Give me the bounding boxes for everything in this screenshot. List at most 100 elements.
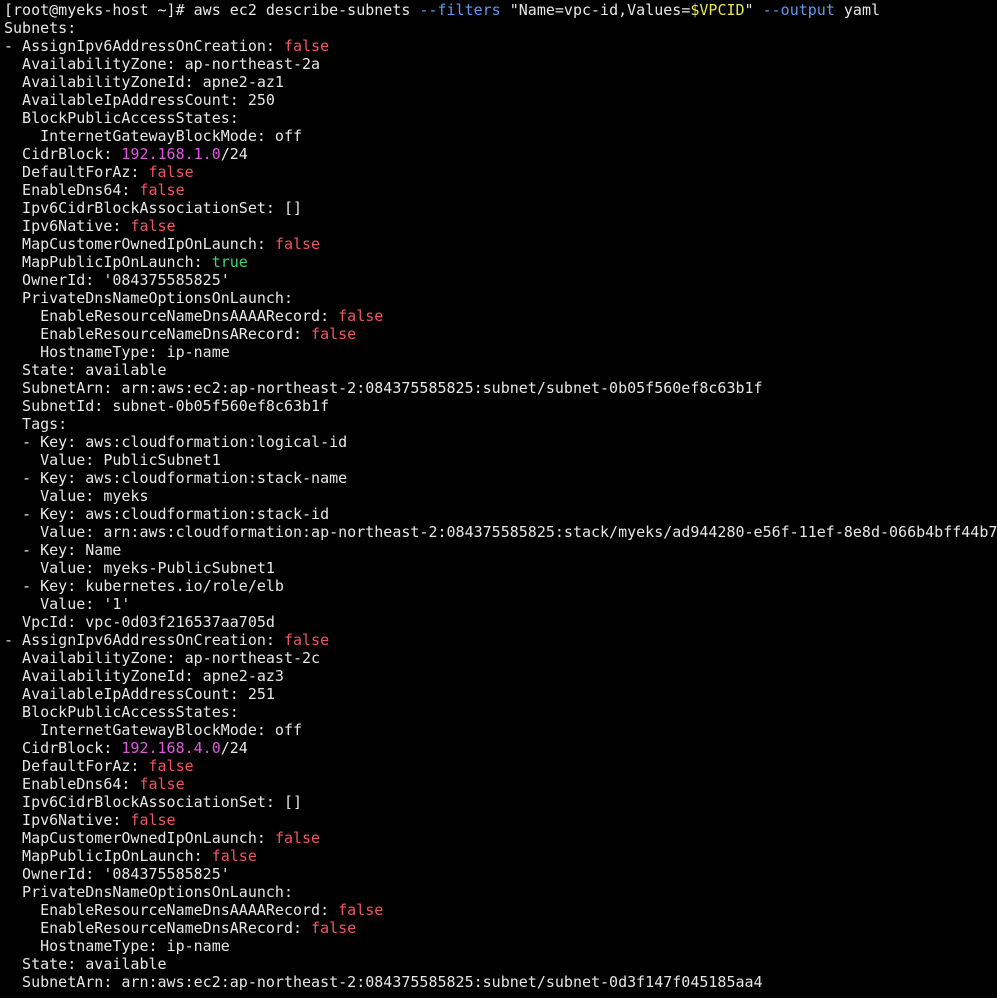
terminal-text: Subnets: — [4, 19, 77, 37]
cli-option: --filters — [419, 1, 501, 19]
yaml-false-value: false — [148, 757, 194, 775]
output-line: Value: '1' — [4, 595, 997, 613]
terminal-text: EnableResourceNameDnsARecord: — [4, 919, 312, 937]
terminal-text: Value: '1' — [4, 595, 131, 613]
output-line: PrivateDnsNameOptionsOnLaunch: — [4, 883, 997, 901]
terminal-text: yaml — [834, 1, 881, 19]
terminal-text: DefaultForAz: — [4, 163, 149, 181]
output-line: InternetGatewayBlockMode: off — [4, 127, 997, 145]
terminal-text: MapCustomerOwnedIpOnLaunch: — [4, 235, 275, 253]
output-line: HostnameType: ip-name — [4, 343, 997, 361]
output-line: Ipv6CidrBlockAssociationSet: [] — [4, 793, 997, 811]
terminal-text: CidrBlock: — [4, 145, 122, 163]
output-line: - Key: Name — [4, 541, 997, 559]
output-line: AvailabilityZoneId: apne2-az3 — [4, 667, 997, 685]
terminal-text: - Key: Name — [4, 541, 122, 559]
terminal-text: EnableDns64: — [4, 181, 140, 199]
ip-address: 192.168.4.0 — [121, 739, 221, 757]
yaml-false-value: false — [338, 901, 384, 919]
terminal-text: /24 — [220, 145, 248, 163]
shell-variable: $VPCID — [690, 1, 745, 19]
yaml-false-value: false — [211, 847, 257, 865]
terminal-text: SubnetArn: arn:aws:ec2:ap-northeast-2:08… — [4, 379, 763, 397]
terminal-text: AvailabilityZoneId: apne2-az3 — [4, 667, 284, 685]
terminal-text: HostnameType: ip-name — [4, 937, 230, 955]
output-line: - AssignIpv6AddressOnCreation: false — [4, 37, 997, 55]
terminal-text: Value: arn:aws:cloudformation:ap-northea… — [4, 523, 997, 541]
output-line: InternetGatewayBlockMode: off — [4, 721, 997, 739]
output-line: AvailableIpAddressCount: 251 — [4, 685, 997, 703]
terminal-window[interactable]: [root@myeks-host ~]# aws ec2 describe-su… — [4, 1, 997, 998]
output-line: MapPublicIpOnLaunch: true — [4, 253, 997, 271]
yaml-false-value: false — [283, 37, 330, 55]
output-line: Ipv6CidrBlockAssociationSet: [] — [4, 199, 997, 217]
output-line: Ipv6Native: false — [4, 811, 997, 829]
terminal-text: AvailabilityZone: ap-northeast-2c — [4, 649, 321, 667]
output-line: Tags: — [4, 415, 997, 433]
output-line: EnableDns64: false — [4, 181, 997, 199]
terminal-text: BlockPublicAccessStates: — [4, 109, 239, 127]
output-line: MapCustomerOwnedIpOnLaunch: false — [4, 235, 997, 253]
terminal-text: AvailableIpAddressCount: 251 — [4, 685, 275, 703]
terminal-text: AvailableIpAddressCount: 250 — [4, 91, 275, 109]
output-line: SubnetId: subnet-0b05f560ef8c63b1f — [4, 397, 997, 415]
output-line: PrivateDnsNameOptionsOnLaunch: — [4, 289, 997, 307]
yaml-false-value: false — [148, 163, 194, 181]
terminal-text: Value: PublicSubnet1 — [4, 451, 221, 469]
terminal-text: EnableDns64: — [4, 775, 140, 793]
terminal-text: - AssignIpv6AddressOnCreation: — [4, 37, 284, 55]
terminal-text: BlockPublicAccessStates: — [4, 703, 239, 721]
yaml-false-value: false — [311, 325, 357, 343]
terminal-text: AvailabilityZone: ap-northeast-2a — [4, 55, 321, 73]
terminal-text: SubnetArn: arn:aws:ec2:ap-northeast-2:08… — [4, 973, 763, 991]
yaml-false-value: false — [130, 217, 176, 235]
terminal-text: VpcId: vpc-0d03f216537aa705d — [4, 613, 275, 631]
output-line: AvailabilityZone: ap-northeast-2c — [4, 649, 997, 667]
output-line: MapPublicIpOnLaunch: false — [4, 847, 997, 865]
output-line: Value: PublicSubnet1 — [4, 451, 997, 469]
yaml-false-value: false — [283, 631, 330, 649]
output-line: Subnets: — [4, 19, 997, 37]
output-line: CidrBlock: 192.168.4.0/24 — [4, 739, 997, 757]
output-line: AvailabilityZone: ap-northeast-2a — [4, 55, 997, 73]
terminal-text: SubnetId: subnet-0b05f560ef8c63b1f — [4, 397, 330, 415]
terminal-text: EnableResourceNameDnsAAAARecord: — [4, 901, 339, 919]
terminal-text: MapCustomerOwnedIpOnLaunch: — [4, 829, 275, 847]
yaml-false-value: false — [274, 235, 321, 253]
output-line: EnableResourceNameDnsAAAARecord: false — [4, 307, 997, 325]
output-line: CidrBlock: 192.168.1.0/24 — [4, 145, 997, 163]
terminal-text: State: available — [4, 955, 167, 973]
output-line: VpcId: vpc-0d03f216537aa705d — [4, 613, 997, 631]
output-line: SubnetArn: arn:aws:ec2:ap-northeast-2:08… — [4, 379, 997, 397]
output-line: - Key: kubernetes.io/role/elb — [4, 577, 997, 595]
output-line: Value: myeks-PublicSubnet1 — [4, 559, 997, 577]
terminal-text: [root@myeks-host ~]# aws ec2 describe-su… — [4, 1, 420, 19]
terminal-text: EnableResourceNameDnsAAAARecord: — [4, 307, 339, 325]
terminal-text: CidrBlock: — [4, 739, 122, 757]
terminal-text: PrivateDnsNameOptionsOnLaunch: — [4, 289, 293, 307]
terminal-text: MapPublicIpOnLaunch: — [4, 847, 212, 865]
terminal-text: Ipv6Native: — [4, 811, 131, 829]
yaml-false-value: false — [139, 775, 185, 793]
yaml-false-value: false — [338, 307, 384, 325]
output-line: AvailabilityZoneId: apne2-az1 — [4, 73, 997, 91]
terminal-text: OwnerId: '084375585825' — [4, 865, 230, 883]
output-line: OwnerId: '084375585825' — [4, 865, 997, 883]
output-line: State: available — [4, 955, 997, 973]
output-line: - AssignIpv6AddressOnCreation: false — [4, 631, 997, 649]
terminal-text: " — [744, 1, 763, 19]
terminal-text: "Name=vpc-id,Values= — [500, 1, 691, 19]
output-line: HostnameType: ip-name — [4, 937, 997, 955]
terminal-text: EnableResourceNameDnsARecord: — [4, 325, 312, 343]
output-line: DefaultForAz: false — [4, 163, 997, 181]
terminal-text: InternetGatewayBlockMode: off — [4, 127, 303, 145]
yaml-false-value: false — [274, 829, 321, 847]
terminal-text: InternetGatewayBlockMode: off — [4, 721, 303, 739]
terminal-text: - Key: aws:cloudformation:stack-name — [4, 469, 348, 487]
command-line: [root@myeks-host ~]# aws ec2 describe-su… — [4, 1, 997, 19]
ip-address: 192.168.1.0 — [121, 145, 221, 163]
output-line: EnableResourceNameDnsARecord: false — [4, 919, 997, 937]
terminal-text: - AssignIpv6AddressOnCreation: — [4, 631, 284, 649]
output-line: BlockPublicAccessStates: — [4, 703, 997, 721]
terminal-text: - Key: kubernetes.io/role/elb — [4, 577, 284, 595]
